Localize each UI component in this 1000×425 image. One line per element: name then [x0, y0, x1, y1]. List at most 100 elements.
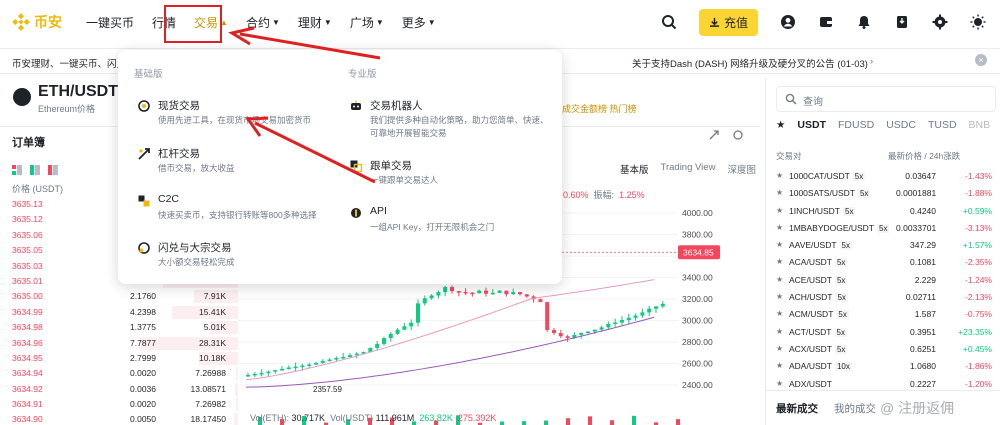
candle-body [545, 302, 550, 331]
star-icon[interactable]: ★ [776, 171, 783, 180]
star-icon[interactable]: ★ [776, 275, 783, 284]
orderbook-price: 3635.12 [12, 214, 43, 225]
orderbook-total: 13.08571 [190, 383, 226, 394]
theme-icon[interactable] [970, 14, 986, 30]
market-row[interactable]: ★ ACX/USDT 5x 0.6251 +0.45% [776, 341, 994, 358]
brand-name: 币安 [34, 14, 62, 30]
search-icon[interactable] [661, 14, 677, 30]
expand-icon [709, 130, 719, 140]
chevron-down-icon: ▼ [427, 17, 436, 27]
download-icon[interactable] [894, 14, 910, 30]
bell-icon[interactable] [856, 14, 872, 30]
tab-bnb[interactable]: BNB [969, 119, 991, 131]
orderbook-amount: 2.1760 [130, 291, 156, 302]
trade-dropdown-menu: 基础版 专业版 现货交易 使用先进工具，在现货市场交易加密货币 杠杆交易 借币交… [118, 50, 562, 284]
market-row[interactable]: ★ 1000SATS/USDT 5x 0.0001881 -1.88% [776, 185, 994, 202]
market-symbol: 1000CAT/USDT 5x [789, 171, 866, 181]
nav-more[interactable]: 更多 ▼ [402, 14, 436, 31]
api-icon [351, 208, 361, 218]
market-pair: 1MBABYDOGE/USDT [789, 222, 875, 233]
tab-usdc[interactable]: USDC [886, 119, 916, 131]
header-pair[interactable]: 交易对 [776, 151, 802, 161]
orderbook-row[interactable]: 3634.99 4.2398 15.41K [0, 305, 238, 320]
nav-buy-crypto[interactable]: 一键买币 [86, 14, 134, 31]
user-icon[interactable] [780, 14, 796, 30]
star-icon[interactable]: ★ [776, 344, 783, 353]
market-symbol: ACM/USDT 5x [789, 309, 849, 320]
nav-earn[interactable]: 理财 ▼ [298, 14, 332, 31]
star-icon[interactable]: ★ [776, 240, 783, 249]
nav-label: 更多 [401, 15, 426, 30]
market-row[interactable]: ★ ACM/USDT 5x 1.587 -0.75% [776, 306, 994, 323]
tab-basic[interactable]: 基本版 [620, 162, 649, 176]
brand-logo[interactable]: 币安 [12, 12, 62, 32]
orderbook-asks-icon[interactable] [48, 165, 58, 175]
star-icon[interactable]: ★ [776, 257, 783, 266]
orderbook-row[interactable]: 3634.96 7.7877 28.31K [0, 336, 238, 351]
candle-body [579, 332, 584, 335]
market-row[interactable]: ★ 1MBABYDOGE/USDT 5x 0.0033701 -3.13% [776, 220, 994, 237]
orderbook-row[interactable]: 3635.00 2.1760 7.91K [0, 289, 238, 304]
leverage-badge: 5x [836, 310, 849, 320]
announcement-text[interactable]: 关于支持Dash (DASH) 网络升级及硬分叉的公告 (01-03) [632, 56, 868, 70]
tab-fdusd[interactable]: FDUSD [838, 119, 874, 131]
star-icon[interactable]: ★ [776, 223, 783, 232]
candle-body [246, 375, 250, 377]
wallet-icon[interactable] [818, 14, 834, 30]
market-search-input[interactable]: 查询 [776, 86, 996, 112]
star-icon[interactable]: ★ [776, 292, 783, 301]
market-row[interactable]: ★ ACA/USDT 5x 0.1081 -2.35% [776, 254, 994, 271]
star-icon[interactable]: ★ [776, 379, 783, 388]
ranking-tags[interactable]: 成交金额榜 热门榜 [562, 102, 637, 115]
star-icon[interactable]: ★ [776, 361, 783, 370]
menu-item-desc: 一组API Key，打开无限机会之门 [370, 222, 495, 232]
orderbook-row[interactable]: 3634.91 0.0020 7.26982 [0, 397, 238, 412]
market-row[interactable]: ★ AAVE/USDT 5x 347.29 +1.57% [776, 237, 994, 254]
orderbook-row[interactable]: 3634.94 0.0020 7.26988 [0, 366, 238, 381]
market-pair: 1000SATS/USDT [789, 188, 855, 199]
pair-subtitle[interactable]: Ethereum价格 [38, 102, 95, 115]
star-icon[interactable]: ★ [776, 206, 783, 215]
star-icon[interactable]: ★ [776, 309, 783, 318]
orderbook-row[interactable]: 3634.92 0.0036 13.08571 [0, 382, 238, 397]
orderbook-bids-icon[interactable] [30, 165, 40, 175]
volume-bar [566, 418, 570, 425]
market-row[interactable]: ★ ADA/USDT 10x 1.0680 -1.86% [776, 358, 994, 375]
market-symbol: ACX/USDT 5x [789, 344, 848, 354]
announcement-left[interactable]: 币安理财、一键买币、闪兑 [12, 56, 126, 70]
tab-tusd[interactable]: TUSD [928, 119, 957, 131]
orderbook-row[interactable]: 3634.98 1.3775 5.01K [0, 320, 238, 335]
market-row[interactable]: ★ ACT/USDT 5x 0.3951 +23.35% [776, 324, 994, 341]
settings-icon[interactable] [932, 14, 948, 30]
search-icon [785, 93, 797, 105]
orderbook-total: 7.91K [203, 291, 226, 302]
orderbook-both-icon[interactable] [12, 165, 22, 175]
close-icon[interactable]: × [975, 54, 987, 66]
deposit-button[interactable]: 充值 [698, 8, 758, 36]
orderbook-row[interactable]: 3634.90 0.0050 18.17450 [0, 412, 238, 425]
tab-latest-trades[interactable]: 最新成交 [776, 401, 818, 416]
orderbook-row[interactable]: 3634.95 2.7999 10.18K [0, 351, 238, 366]
tab-depth[interactable]: 深度图 [727, 162, 756, 176]
tab-tradingview[interactable]: Trading View [661, 162, 716, 176]
y-tick-label: 4000.00 [682, 208, 713, 218]
tab-usdt[interactable]: USDT [797, 119, 826, 131]
market-pair: ACE/USDT [789, 274, 832, 285]
nav-futures[interactable]: 合约 ▼ [246, 14, 280, 31]
nav-square[interactable]: 广场 ▼ [350, 14, 384, 31]
candle-body [504, 290, 509, 295]
exchange-page: 币安 一键买币 行情 交易 ▲ 合约 ▼ 理财 ▼ 广场 ▼ 更多 ▼ 充值 币安理财、一… [0, 0, 1000, 425]
trading-pair[interactable]: ETH/USDT [38, 83, 118, 101]
market-row[interactable]: ★ 1000CAT/USDT 5x 0.03647 -1.43% [776, 168, 994, 185]
header-price-change[interactable]: 最新价格 / 24h涨跌 [888, 150, 960, 162]
favorite-star-icon[interactable]: ★ [776, 119, 785, 131]
chevron-right-icon[interactable]: › [870, 56, 873, 67]
market-row[interactable]: ★ ACE/USDT 5x 2.229 -1.24% [776, 272, 994, 289]
tab-my-trades[interactable]: 我的成交 [834, 401, 876, 416]
market-row[interactable]: ★ ACH/USDT 5x 0.02711 -2.13% [776, 289, 994, 306]
candle-body [524, 294, 529, 297]
star-icon[interactable]: ★ [776, 188, 783, 197]
star-icon[interactable]: ★ [776, 327, 783, 336]
market-row[interactable]: ★ 1INCH/USDT 5x 0.4240 +0.59% [776, 203, 994, 220]
chart-stats: 0.60% 振幅: 1.25% [563, 188, 645, 201]
